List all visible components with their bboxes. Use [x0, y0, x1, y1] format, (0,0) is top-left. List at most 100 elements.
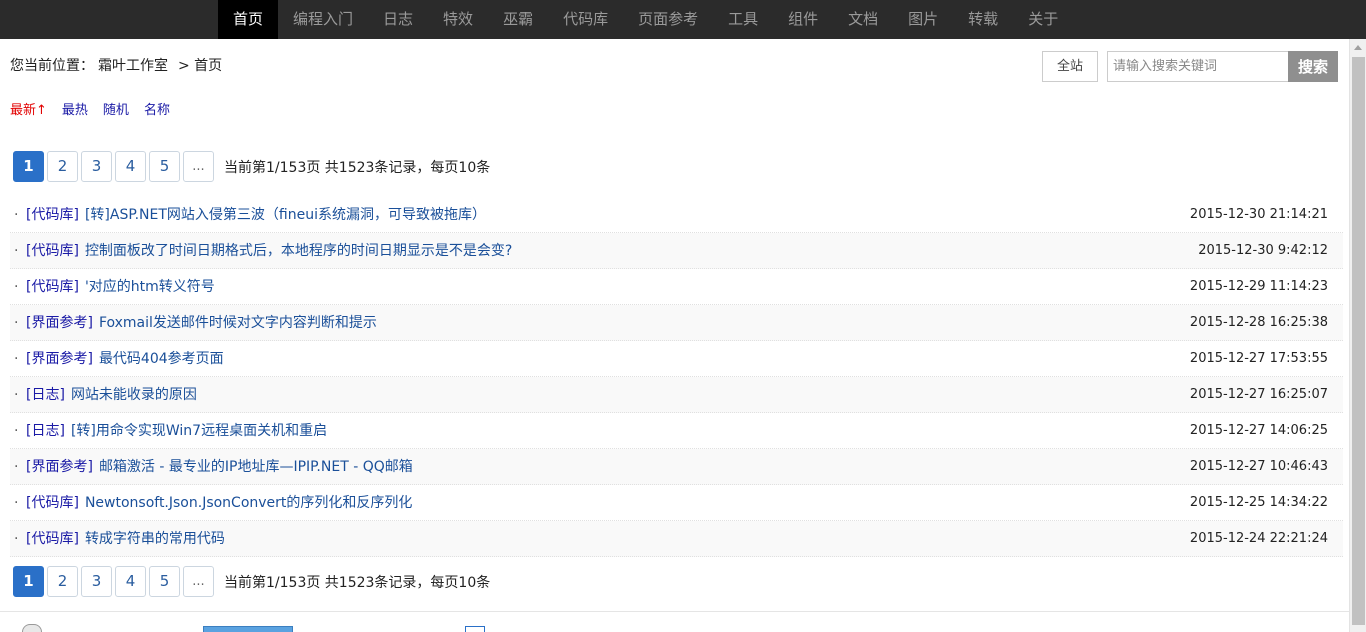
article-category-link[interactable]: [界面参考] Foxmail发送邮件时候对文字内容判断和提示: [26, 305, 377, 341]
article-category-link[interactable]: [日志] [转]用命令实现Win7远程桌面关机和重启: [26, 413, 327, 449]
article-category[interactable]: [界面参考]: [26, 315, 93, 331]
pagination-info: 当前第1/153页 共1523条记录，每页10条: [224, 159, 491, 176]
list-item: · [日志] [转]用命令实现Win7远程桌面关机和重启 2015-12-27 14:…: [10, 413, 1343, 449]
article-date: 2015-12-27 10:46:43: [1189, 459, 1328, 474]
page-button-5[interactable]: 5: [149, 151, 180, 182]
article-category-link[interactable]: [代码库] [转]ASP.NET网站入侵第三波（fineui系统漏洞，可导致被拖库…: [26, 197, 486, 233]
article-category[interactable]: [代码库]: [26, 207, 79, 223]
search-input[interactable]: [1107, 51, 1289, 82]
article-category-link[interactable]: [代码库] Newtonsoft.Json.JsonConvert的序列化和反序列…: [26, 485, 412, 521]
breadcrumb-current: > 首页: [178, 58, 223, 74]
footer-badge[interactable]: [203, 626, 293, 632]
bullet-icon: ·: [14, 315, 19, 331]
breadcrumb-site-link[interactable]: 霜叶工作室: [98, 58, 168, 74]
nav-item-11[interactable]: 转载: [953, 0, 1013, 39]
page-button-1[interactable]: 1: [13, 566, 44, 597]
nav-item-2[interactable]: 日志: [368, 0, 428, 39]
bullet-icon: ·: [14, 279, 19, 295]
footer-checkbox-icon[interactable]: [465, 626, 485, 632]
nav-item-8[interactable]: 组件: [773, 0, 833, 39]
bullet-icon: ·: [14, 423, 19, 439]
article-date: 2015-12-25 14:34:22: [1189, 495, 1328, 510]
list-item: · [代码库] 控制面板改了时间日期格式后，本地程序的时间日期显示是不是会变? 201…: [10, 233, 1343, 269]
article-title-link[interactable]: 网站未能收录的原因: [71, 387, 197, 403]
article-category[interactable]: [代码库]: [26, 531, 79, 547]
bullet-icon: ·: [14, 459, 19, 475]
bullet-icon: ·: [14, 387, 19, 403]
sort-link-3[interactable]: 名称: [144, 99, 170, 118]
page-button-4[interactable]: 4: [115, 566, 146, 597]
article-title-link[interactable]: 最代码404参考页面: [99, 351, 224, 367]
sort-link-2[interactable]: 随机: [103, 99, 129, 118]
article-category-link[interactable]: [日志] 网站未能收录的原因: [26, 377, 197, 413]
article-category-link[interactable]: [界面参考] 最代码404参考页面: [26, 341, 224, 377]
pagination-top: 1 2 3 4 5... 当前第1/153页 共1523条记录，每页10条: [13, 151, 490, 182]
nav-item-1[interactable]: 编程入门: [278, 0, 368, 39]
article-category[interactable]: [界面参考]: [26, 459, 93, 475]
sort-link-0[interactable]: 最新↑: [10, 99, 47, 118]
article-category-link[interactable]: [代码库] 转成字符串的常用代码: [26, 521, 225, 557]
page-button-2[interactable]: 2: [47, 566, 78, 597]
article-category[interactable]: [代码库]: [26, 243, 79, 259]
sort-options: 最新↑ 最热 随机 名称: [10, 99, 185, 118]
article-category[interactable]: [代码库]: [26, 279, 79, 295]
article-date: 2015-12-28 16:25:38: [1189, 315, 1328, 330]
list-item: · [代码库] 转成字符串的常用代码 2015-12-24 22:21:24: [10, 521, 1343, 557]
scroll-up-arrow-icon[interactable]: [1354, 45, 1362, 50]
page-ellipsis-button[interactable]: ...: [183, 151, 214, 182]
pagination-bottom: 1 2 3 4 5... 当前第1/153页 共1523条记录，每页10条: [13, 566, 490, 597]
page-button-5[interactable]: 5: [149, 566, 180, 597]
page-button-1[interactable]: 1: [13, 151, 44, 182]
scrollbar-thumb[interactable]: [1352, 57, 1365, 625]
article-date: 2015-12-29 11:14:23: [1189, 279, 1328, 294]
nav-item-0[interactable]: 首页: [218, 0, 279, 39]
page-button-4[interactable]: 4: [115, 151, 146, 182]
bullet-icon: ·: [14, 243, 19, 259]
list-item: · [日志] 网站未能收录的原因 2015-12-27 16:25:07: [10, 377, 1343, 413]
article-category[interactable]: [界面参考]: [26, 351, 93, 367]
article-title-link[interactable]: 转成字符串的常用代码: [85, 531, 225, 547]
nav-item-10[interactable]: 图片: [893, 0, 953, 39]
article-title-link[interactable]: 控制面板改了时间日期格式后，本地程序的时间日期显示是不是会变?: [85, 243, 512, 259]
list-item: · [代码库] [转]ASP.NET网站入侵第三波（fineui系统漏洞，可导致被拖…: [10, 197, 1343, 233]
article-category-link[interactable]: [代码库] 控制面板改了时间日期格式后，本地程序的时间日期显示是不是会变?: [26, 233, 512, 269]
article-title-link[interactable]: [转]ASP.NET网站入侵第三波（fineui系统漏洞，可导致被拖库）: [85, 207, 486, 223]
article-date: 2015-12-27 16:25:07: [1189, 387, 1328, 402]
footer-logo-icon: [22, 624, 42, 632]
article-category-link[interactable]: [界面参考] 邮箱激活 - 最专业的IP地址库—IPIP.NET - QQ邮箱: [26, 449, 413, 485]
nav-item-12[interactable]: 关于: [1013, 0, 1073, 39]
page-button-3[interactable]: 3: [81, 151, 112, 182]
pagination-info: 当前第1/153页 共1523条记录，每页10条: [224, 574, 491, 591]
nav-item-4[interactable]: 巫霸: [488, 0, 548, 39]
bullet-icon: ·: [14, 495, 19, 511]
article-category[interactable]: [代码库]: [26, 495, 79, 511]
page-button-2[interactable]: 2: [47, 151, 78, 182]
article-title-link[interactable]: '对应的htm转义符号: [85, 279, 215, 295]
article-category[interactable]: [日志]: [26, 387, 65, 403]
article-date: 2015-12-27 17:53:55: [1189, 351, 1328, 366]
article-title-link[interactable]: Newtonsoft.Json.JsonConvert的序列化和反序列化: [85, 495, 412, 511]
page-ellipsis-button[interactable]: ...: [183, 566, 214, 597]
nav-item-5[interactable]: 代码库: [548, 0, 623, 39]
page-button-3[interactable]: 3: [81, 566, 112, 597]
footer-divider: [0, 611, 1349, 612]
nav-item-3[interactable]: 特效: [428, 0, 488, 39]
vertical-scrollbar[interactable]: [1349, 39, 1366, 632]
article-list: · [代码库] [转]ASP.NET网站入侵第三波（fineui系统漏洞，可导致被拖…: [10, 197, 1343, 557]
article-date: 2015-12-27 14:06:25: [1189, 423, 1328, 438]
bullet-icon: ·: [14, 531, 19, 547]
article-category[interactable]: [日志]: [26, 423, 65, 439]
article-category-link[interactable]: [代码库] '对应的htm转义符号: [26, 269, 215, 305]
nav-menu: 首页 编程入门 日志 特效 巫霸 代码库 页面参考 工具 组件 文档 图片 转载 关于: [218, 0, 1073, 39]
sort-link-1[interactable]: 最热: [62, 99, 88, 118]
article-title-link[interactable]: 邮箱激活 - 最专业的IP地址库—IPIP.NET - QQ邮箱: [99, 459, 413, 475]
list-item: · [代码库] '对应的htm转义符号 2015-12-29 11:14:23: [10, 269, 1343, 305]
nav-item-9[interactable]: 文档: [833, 0, 893, 39]
nav-item-7[interactable]: 工具: [713, 0, 773, 39]
article-title-link[interactable]: Foxmail发送邮件时候对文字内容判断和提示: [99, 315, 377, 331]
search-button[interactable]: 搜索: [1288, 51, 1338, 82]
article-title-link[interactable]: [转]用命令实现Win7远程桌面关机和重启: [71, 423, 327, 439]
search-scope-button[interactable]: 全站: [1042, 51, 1098, 82]
list-item: · [界面参考] 邮箱激活 - 最专业的IP地址库—IPIP.NET - QQ邮箱 2…: [10, 449, 1343, 485]
nav-item-6[interactable]: 页面参考: [623, 0, 713, 39]
